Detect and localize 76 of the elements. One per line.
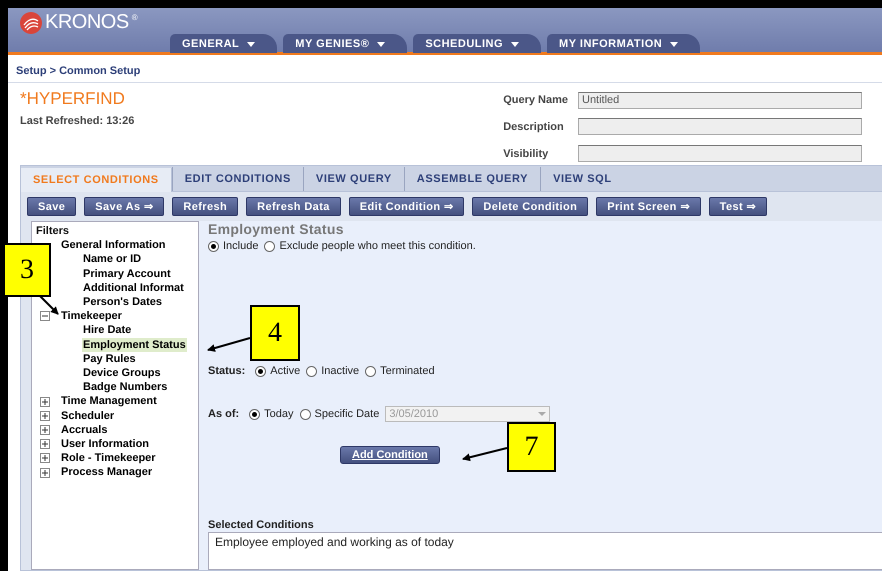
radio-button[interactable]: Terminated xyxy=(365,365,435,377)
last-refreshed: Last Refreshed: 13:26 xyxy=(20,115,134,127)
tree-item[interactable]: Primary Account xyxy=(82,266,172,281)
tree-item[interactable]: Hire Date xyxy=(82,323,132,338)
tree-item[interactable]: Name or ID xyxy=(82,252,142,267)
radio-button[interactable]: Active xyxy=(255,365,300,377)
tree-item[interactable]: Pay Rules xyxy=(82,352,137,366)
tree-item[interactable]: Timekeeper xyxy=(60,309,123,324)
collapse-icon[interactable] xyxy=(40,311,50,322)
toolbar-button[interactable]: Save xyxy=(27,197,76,216)
tree-item[interactable]: Employment Status xyxy=(82,338,187,352)
status-label: Status: xyxy=(208,365,246,377)
caret-icon xyxy=(377,42,386,46)
page-title: *HYPERFIND xyxy=(20,89,126,109)
expand-icon[interactable] xyxy=(40,424,50,435)
logo-text: KRONOS xyxy=(45,11,129,34)
radio-button[interactable]: Exclude people who meet this condition. xyxy=(264,240,476,252)
tree-item[interactable]: Scheduler xyxy=(60,408,116,423)
toolbar-button[interactable]: Delete Condition xyxy=(472,197,588,216)
menu-tab[interactable]: GENERAL xyxy=(170,34,278,53)
add-condition-button[interactable]: Add Condition xyxy=(340,446,440,464)
tree-item[interactable]: Accruals xyxy=(60,422,108,438)
tree-item[interactable]: Additional Informat xyxy=(82,280,185,296)
callout-box: 7 xyxy=(507,422,556,472)
tab[interactable]: EDIT CONDITIONS xyxy=(172,167,303,191)
tab[interactable]: VIEW QUERY xyxy=(302,167,404,191)
tree-item[interactable]: Process Manager xyxy=(60,465,154,480)
tree-item[interactable]: General Information xyxy=(60,238,167,252)
tree-item[interactable]: Time Management xyxy=(60,394,158,409)
radio-button[interactable]: Include xyxy=(208,240,258,252)
field-label: Visibility xyxy=(503,148,550,160)
expand-icon[interactable] xyxy=(40,468,50,478)
logo-icon xyxy=(20,12,42,34)
callout-arrow xyxy=(39,295,59,315)
field-label: Description xyxy=(503,120,565,133)
callout-arrow xyxy=(462,447,508,462)
trademark: ® xyxy=(132,13,138,22)
toolbar-button[interactable]: Refresh xyxy=(172,197,238,216)
toolbar-button[interactable]: Edit Condition ⇒ xyxy=(348,197,464,216)
input-field[interactable] xyxy=(578,118,862,136)
toolbar-button[interactable]: Print Screen ⇒ xyxy=(596,197,701,216)
breadcrumb: Setup > Common Setup xyxy=(8,55,882,83)
radio-button[interactable]: Specific Date xyxy=(300,408,380,420)
tree-item[interactable]: Person's Dates xyxy=(82,295,164,310)
expand-icon[interactable] xyxy=(40,439,50,450)
callout-box: 4 xyxy=(250,305,300,361)
tab[interactable]: VIEW SQL xyxy=(540,167,624,191)
toolbar-button[interactable]: Refresh Data xyxy=(246,197,341,216)
expand-icon[interactable] xyxy=(40,410,50,421)
input-field[interactable]: Untitled xyxy=(578,92,862,109)
tree-title: Filters xyxy=(36,224,70,238)
expand-icon[interactable] xyxy=(40,453,50,464)
selected-conditions-field[interactable]: Employee employed and working as of today xyxy=(208,532,882,570)
caret-icon xyxy=(511,42,520,46)
toolbar-button[interactable]: Save As ⇒ xyxy=(84,197,164,216)
callout-box: 3 xyxy=(3,243,51,297)
menu-tab[interactable]: MY GENIES® xyxy=(283,34,408,53)
caret-icon xyxy=(670,42,678,46)
callout-arrow xyxy=(207,337,250,352)
tab[interactable]: ASSEMBLE QUERY xyxy=(404,167,540,191)
tree-item[interactable]: User Information xyxy=(60,437,150,452)
as-of-label: As of: xyxy=(208,408,240,420)
tree-item[interactable]: Device Groups xyxy=(82,366,162,380)
field-label: Query Name xyxy=(503,94,568,106)
expand-icon[interactable] xyxy=(40,396,50,407)
menu-tab[interactable]: SCHEDULING xyxy=(413,34,542,53)
toolbar-button[interactable]: Test ⇒ xyxy=(708,197,767,216)
tree-item[interactable]: Role - Timekeeper xyxy=(60,451,157,466)
radio-button[interactable]: Today xyxy=(249,408,294,420)
tree-item[interactable]: Badge Numbers xyxy=(82,380,168,394)
radio-button[interactable]: Inactive xyxy=(306,365,360,377)
input-field[interactable] xyxy=(578,145,862,162)
caret-icon xyxy=(247,42,256,46)
selected-conditions-label: Selected Conditions xyxy=(208,519,315,531)
menu-tab[interactable]: MY INFORMATION xyxy=(547,34,700,53)
condition-title: Employment Status xyxy=(208,221,345,237)
